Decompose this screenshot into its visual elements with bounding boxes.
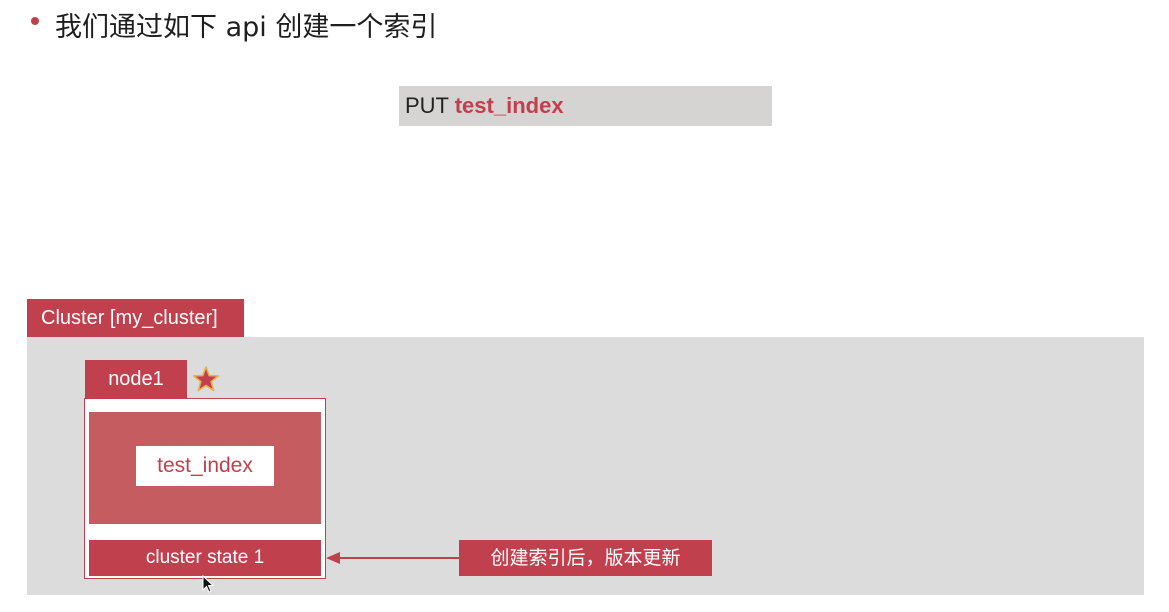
arrow-left-icon xyxy=(326,552,460,564)
cursor-shape xyxy=(202,575,214,593)
api-index-name: test_index xyxy=(454,93,564,118)
cluster-state-box: cluster state 1 xyxy=(89,540,321,576)
node-label: node1 xyxy=(85,360,187,398)
arrow-head xyxy=(326,552,340,564)
api-code-box: PUT test_index xyxy=(399,86,772,126)
api-method: PUT xyxy=(405,93,449,118)
star-shape xyxy=(192,366,220,392)
callout-box: 创建索引后，版本更新 xyxy=(459,540,712,576)
index-chip: test_index xyxy=(136,446,274,486)
slide: 我们通过如下 api 创建一个索引 PUT test_index Cluster… xyxy=(0,0,1169,612)
slide-bullet-text: 我们通过如下 api 创建一个索引 xyxy=(55,12,438,43)
star-icon xyxy=(192,366,220,392)
cluster-label: Cluster [my_cluster] xyxy=(27,299,244,337)
mouse-cursor-icon xyxy=(202,575,214,593)
bullet-icon xyxy=(31,17,39,25)
